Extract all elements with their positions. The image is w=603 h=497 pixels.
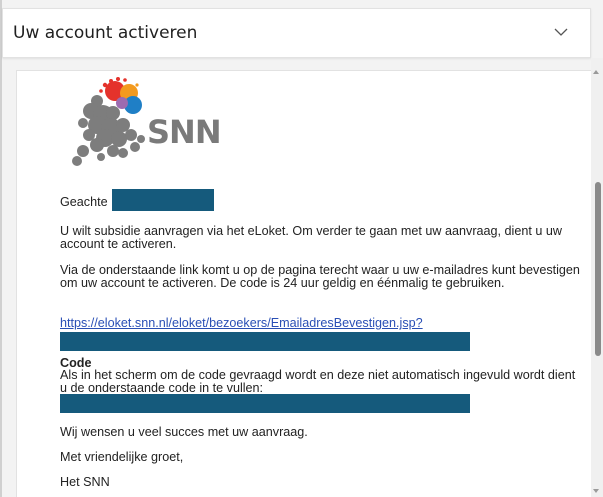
redacted-name: [112, 189, 214, 211]
signature: Het SNN: [60, 475, 110, 489]
chevron-down-icon[interactable]: [552, 23, 570, 41]
redacted-link-token: [60, 332, 470, 351]
closing-wish: Wij wensen u veel succes met uw aanvraag…: [60, 425, 308, 439]
code-paragraph: Als in het scherm om de code gevraagd wo…: [60, 368, 576, 395]
email-subject: Uw account activeren: [13, 23, 198, 43]
snn-logo-icon: SNN: [72, 77, 222, 166]
scroll-down-arrow-icon[interactable]: [593, 489, 599, 493]
snn-logo-text: SNN: [147, 113, 221, 151]
pane-divider: [0, 0, 2, 497]
activation-link[interactable]: https://eloket.snn.nl/eloket/bezoekers/E…: [60, 317, 580, 330]
vertical-scrollbar[interactable]: [591, 58, 603, 497]
redacted-code: [60, 394, 470, 413]
scrollbar-thumb[interactable]: [595, 182, 601, 356]
paragraph-instructions: Via de onderstaande link komt u op de pa…: [60, 263, 580, 290]
email-header[interactable]: Uw account activeren: [2, 8, 591, 58]
scroll-up-arrow-icon[interactable]: [593, 70, 599, 74]
paragraph-intro: U wilt subsidie aanvragen via het eLoket…: [60, 224, 562, 251]
closing-greeting: Met vriendelijke groet,: [60, 450, 184, 464]
email-reading-pane: Uw account activeren SNN Geachte U wilt …: [0, 0, 603, 497]
email-body: SNN Geachte U wilt subsidie aanvragen vi…: [16, 70, 591, 497]
